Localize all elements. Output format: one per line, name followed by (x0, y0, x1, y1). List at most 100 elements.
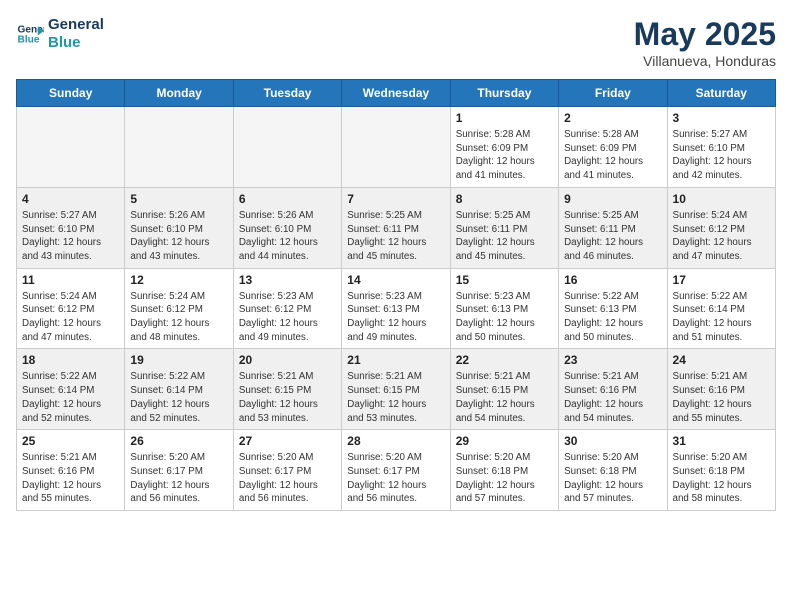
logo-blue: Blue (48, 34, 104, 52)
day-number: 16 (564, 273, 661, 287)
weekday-monday: Monday (125, 80, 233, 107)
day-info: Sunrise: 5:23 AM Sunset: 6:13 PM Dayligh… (456, 290, 553, 345)
day-number: 14 (347, 273, 444, 287)
calendar-cell: 4 Sunrise: 5:27 AM Sunset: 6:10 PM Daylig… (17, 187, 125, 268)
day-info: Sunrise: 5:20 AM Sunset: 6:18 PM Dayligh… (564, 451, 661, 506)
day-number: 26 (130, 434, 227, 448)
day-number: 29 (456, 434, 553, 448)
calendar-cell: 6Sunrise: 5:26 AM Sunset: 6:10 PM Daylig… (233, 187, 341, 268)
day-info: Sunrise: 5:21 AM Sunset: 6:16 PM Dayligh… (673, 370, 770, 425)
day-info: Sunrise: 5:27 AM Sunset: 6:10 PM Dayligh… (22, 209, 119, 264)
calendar-cell: 20 Sunrise: 5:21 AM Sunset: 6:15 PM Dayli… (233, 349, 341, 430)
weekday-friday: Friday (559, 80, 667, 107)
logo-general: General (48, 16, 104, 34)
day-number: 12 (130, 273, 227, 287)
calendar-cell: 11Sunrise: 5:24 AM Sunset: 6:12 PM Dayli… (17, 268, 125, 349)
calendar-cell: 12 Sunrise: 5:24 AM Sunset: 6:12 PM Dayli… (125, 268, 233, 349)
calendar-cell: 15 Sunrise: 5:23 AM Sunset: 6:13 PM Dayli… (450, 268, 558, 349)
day-info: Sunrise: 5:28 AM Sunset: 6:09 PM Dayligh… (564, 128, 661, 183)
day-number: 30 (564, 434, 661, 448)
day-info: Sunrise: 5:25 AM Sunset: 6:11 PM Dayligh… (347, 209, 444, 264)
calendar-week-row: 4 Sunrise: 5:27 AM Sunset: 6:10 PM Daylig… (17, 187, 776, 268)
day-number: 1 (456, 111, 553, 125)
day-number: 15 (456, 273, 553, 287)
day-number: 23 (564, 353, 661, 367)
day-number: 17 (673, 273, 770, 287)
calendar-cell (125, 107, 233, 188)
day-number: 13 (239, 273, 336, 287)
day-number: 5 (130, 192, 227, 206)
calendar-cell: 14 Sunrise: 5:23 AM Sunset: 6:13 PM Dayli… (342, 268, 450, 349)
calendar-week-row: 1 Sunrise: 5:28 AM Sunset: 6:09 PM Daylig… (17, 107, 776, 188)
calendar-cell: 2 Sunrise: 5:28 AM Sunset: 6:09 PM Daylig… (559, 107, 667, 188)
calendar-cell (342, 107, 450, 188)
day-number: 22 (456, 353, 553, 367)
logo-icon: General Blue (16, 20, 44, 48)
day-number: 10 (673, 192, 770, 206)
day-number: 21 (347, 353, 444, 367)
day-info: Sunrise: 5:20 AM Sunset: 6:18 PM Dayligh… (456, 451, 553, 506)
day-number: 19 (130, 353, 227, 367)
calendar-title: May 2025 (634, 16, 776, 53)
day-number: 25 (22, 434, 119, 448)
day-number: 9 (564, 192, 661, 206)
calendar-cell: 18Sunrise: 5:22 AM Sunset: 6:14 PM Dayli… (17, 349, 125, 430)
calendar-cell: 28Sunrise: 5:20 AM Sunset: 6:17 PM Dayli… (342, 430, 450, 511)
weekday-sunday: Sunday (17, 80, 125, 107)
logo: General Blue General Blue (16, 16, 104, 52)
calendar-cell: 22Sunrise: 5:21 AM Sunset: 6:15 PM Dayli… (450, 349, 558, 430)
day-info: Sunrise: 5:26 AM Sunset: 6:10 PM Dayligh… (130, 209, 227, 264)
day-info: Sunrise: 5:23 AM Sunset: 6:12 PM Dayligh… (239, 290, 336, 345)
calendar-cell: 8 Sunrise: 5:25 AM Sunset: 6:11 PM Daylig… (450, 187, 558, 268)
calendar-cell (233, 107, 341, 188)
day-info: Sunrise: 5:21 AM Sunset: 6:16 PM Dayligh… (564, 370, 661, 425)
weekday-saturday: Saturday (667, 80, 775, 107)
day-number: 31 (673, 434, 770, 448)
page-header: General Blue General Blue May 2025 Villa… (16, 16, 776, 69)
calendar-cell: 27Sunrise: 5:20 AM Sunset: 6:17 PM Dayli… (233, 430, 341, 511)
day-number: 24 (673, 353, 770, 367)
calendar-week-row: 25Sunrise: 5:21 AM Sunset: 6:16 PM Dayli… (17, 430, 776, 511)
calendar-cell: 9 Sunrise: 5:25 AM Sunset: 6:11 PM Daylig… (559, 187, 667, 268)
day-info: Sunrise: 5:25 AM Sunset: 6:11 PM Dayligh… (456, 209, 553, 264)
calendar-cell: 1 Sunrise: 5:28 AM Sunset: 6:09 PM Daylig… (450, 107, 558, 188)
calendar-cell (17, 107, 125, 188)
calendar-cell: 31Sunrise: 5:20 AM Sunset: 6:18 PM Dayli… (667, 430, 775, 511)
calendar-cell: 7 Sunrise: 5:25 AM Sunset: 6:11 PM Daylig… (342, 187, 450, 268)
day-number: 4 (22, 192, 119, 206)
day-info: Sunrise: 5:22 AM Sunset: 6:14 PM Dayligh… (130, 370, 227, 425)
day-number: 2 (564, 111, 661, 125)
calendar-cell: 16Sunrise: 5:22 AM Sunset: 6:13 PM Dayli… (559, 268, 667, 349)
day-info: Sunrise: 5:21 AM Sunset: 6:15 PM Dayligh… (239, 370, 336, 425)
calendar-table: SundayMondayTuesdayWednesdayThursdayFrid… (16, 79, 776, 511)
calendar-cell: 23 Sunrise: 5:21 AM Sunset: 6:16 PM Dayli… (559, 349, 667, 430)
day-info: Sunrise: 5:21 AM Sunset: 6:15 PM Dayligh… (347, 370, 444, 425)
calendar-cell: 24 Sunrise: 5:21 AM Sunset: 6:16 PM Dayli… (667, 349, 775, 430)
day-info: Sunrise: 5:25 AM Sunset: 6:11 PM Dayligh… (564, 209, 661, 264)
calendar-cell: 5 Sunrise: 5:26 AM Sunset: 6:10 PM Daylig… (125, 187, 233, 268)
day-number: 8 (456, 192, 553, 206)
calendar-week-row: 18 Sunrise: 5:22 AM Sunset: 6:14 PM Dayli… (17, 349, 776, 430)
calendar-subtitle: Villanueva, Honduras (634, 53, 776, 69)
day-info: Sunrise: 5:20 AM Sunset: 6:17 PM Dayligh… (239, 451, 336, 506)
day-info: Sunrise: 5:24 AM Sunset: 6:12 PM Dayligh… (22, 290, 119, 345)
weekday-wednesday: Wednesday (342, 80, 450, 107)
calendar-cell: 10Sunrise: 5:24 AM Sunset: 6:12 PM Dayli… (667, 187, 775, 268)
svg-text:Blue: Blue (18, 35, 40, 46)
calendar-cell: 13 Sunrise: 5:23 AM Sunset: 6:12 PM Dayli… (233, 268, 341, 349)
day-info: Sunrise: 5:24 AM Sunset: 6:12 PM Dayligh… (130, 290, 227, 345)
calendar-week-row: 11Sunrise: 5:24 AM Sunset: 6:12 PM Dayli… (17, 268, 776, 349)
day-number: 7 (347, 192, 444, 206)
day-number: 18 (22, 353, 119, 367)
day-info: Sunrise: 5:23 AM Sunset: 6:13 PM Dayligh… (347, 290, 444, 345)
weekday-header-row: SundayMondayTuesdayWednesdayThursdayFrid… (17, 80, 776, 107)
day-info: Sunrise: 5:28 AM Sunset: 6:09 PM Dayligh… (456, 128, 553, 183)
weekday-tuesday: Tuesday (233, 80, 341, 107)
calendar-cell: 21 Sunrise: 5:21 AM Sunset: 6:15 PM Dayli… (342, 349, 450, 430)
day-number: 6 (239, 192, 336, 206)
calendar-cell: 3Sunrise: 5:27 AM Sunset: 6:10 PM Daylig… (667, 107, 775, 188)
day-number: 3 (673, 111, 770, 125)
day-number: 20 (239, 353, 336, 367)
calendar-cell: 19 Sunrise: 5:22 AM Sunset: 6:14 PM Dayli… (125, 349, 233, 430)
calendar-cell: 17Sunrise: 5:22 AM Sunset: 6:14 PM Dayli… (667, 268, 775, 349)
